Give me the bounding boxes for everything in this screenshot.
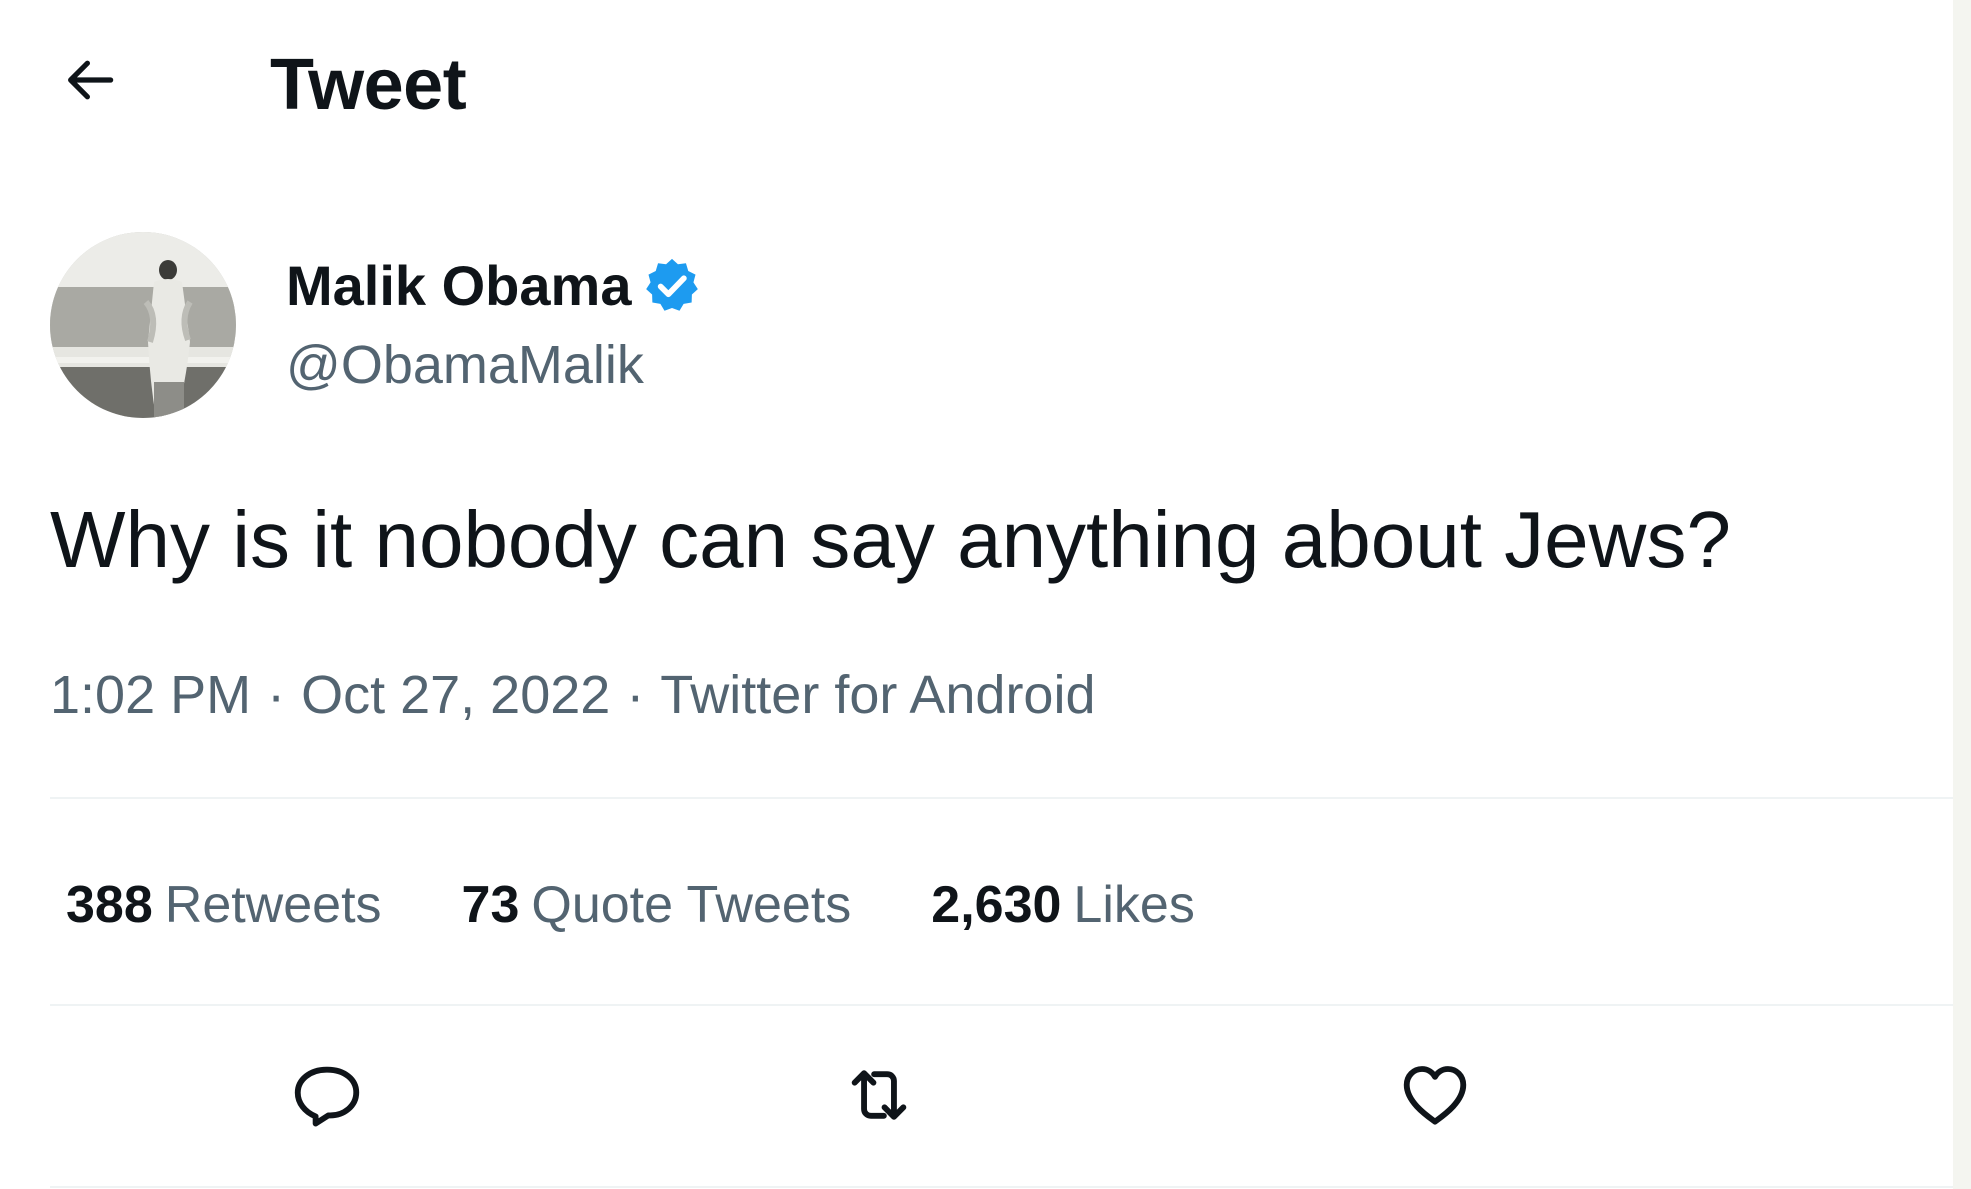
quote-tweets-count: 73 [461, 876, 520, 934]
likes-count: 2,630 [931, 876, 1062, 934]
heart-icon [1403, 1066, 1467, 1125]
tweet-text: Why is it nobody can say anything about … [50, 495, 1731, 584]
back-button[interactable] [52, 42, 128, 118]
tweet-time[interactable]: 1:02 PM [50, 665, 251, 725]
avatar[interactable] [50, 232, 236, 418]
tweet-meta: 1:02 PM · Oct 27, 2022 · Twitter for Android [50, 660, 1096, 730]
tweet-source: Twitter for Android [660, 665, 1096, 725]
meta-separator: · [626, 665, 645, 725]
quote-tweets-stat[interactable]: 73 Quote Tweets [462, 870, 852, 940]
tweet-actions [0, 1050, 1953, 1150]
tweet-date[interactable]: Oct 27, 2022 [301, 665, 610, 725]
retweets-label: Retweets [164, 876, 382, 934]
author-handle[interactable]: @ObamaMalik [286, 330, 703, 400]
divider [50, 797, 1953, 799]
retweet-icon [851, 1070, 907, 1120]
retweets-count: 388 [66, 876, 153, 934]
reply-icon [294, 1066, 360, 1127]
arrow-left-icon [68, 60, 114, 100]
author-info: Malik Obama @ObamaMalik [286, 246, 703, 400]
retweets-stat[interactable]: 388 Retweets [66, 870, 382, 940]
tweet-stats: 388 Retweets 73 Quote Tweets 2,630 Likes [66, 870, 1275, 940]
likes-label: Likes [1073, 876, 1195, 934]
page-header: Tweet [0, 0, 1953, 170]
divider [50, 1186, 1953, 1188]
meta-separator: · [267, 665, 286, 725]
tweet-detail-page: Tweet Malik Obama @ObamaMalik Why is it … [0, 0, 1971, 1189]
retweet-button[interactable] [834, 1050, 924, 1140]
divider [50, 1004, 1953, 1006]
scrollbar-track [1953, 0, 1971, 1189]
verified-badge-icon [646, 258, 699, 311]
page-title: Tweet [270, 45, 467, 125]
quote-tweets-label: Quote Tweets [531, 876, 852, 934]
reply-button[interactable] [282, 1050, 372, 1140]
author-name-row: Malik Obama [286, 246, 703, 326]
like-button[interactable] [1390, 1050, 1480, 1140]
profile-photo [50, 232, 236, 418]
likes-stat[interactable]: 2,630 Likes [931, 870, 1195, 940]
author-name[interactable]: Malik Obama [286, 246, 631, 326]
